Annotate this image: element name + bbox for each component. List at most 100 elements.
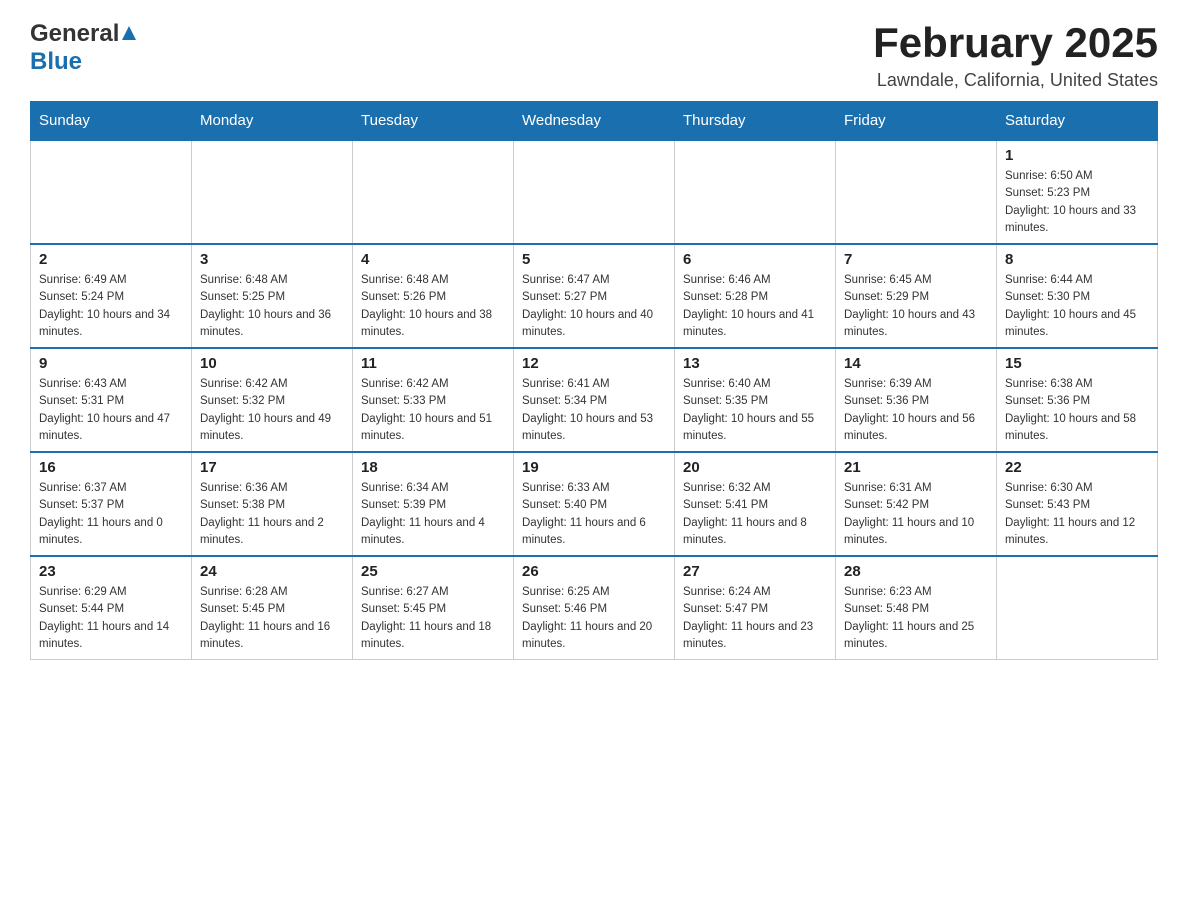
day-info: Sunrise: 6:40 AMSunset: 5:35 PMDaylight:… — [683, 376, 827, 445]
day-info: Sunrise: 6:31 AMSunset: 5:42 PMDaylight:… — [844, 480, 988, 549]
calendar-day-cell: 18Sunrise: 6:34 AMSunset: 5:39 PMDayligh… — [353, 452, 514, 556]
day-number: 14 — [844, 355, 988, 372]
calendar-table: SundayMondayTuesdayWednesdayThursdayFrid… — [30, 101, 1158, 660]
day-number: 7 — [844, 251, 988, 268]
day-number: 4 — [361, 251, 505, 268]
calendar-day-cell — [192, 140, 353, 244]
day-number: 8 — [1005, 251, 1149, 268]
calendar-day-cell: 9Sunrise: 6:43 AMSunset: 5:31 PMDaylight… — [31, 348, 192, 452]
day-number: 28 — [844, 563, 988, 580]
day-number: 19 — [522, 459, 666, 476]
calendar-day-cell: 23Sunrise: 6:29 AMSunset: 5:44 PMDayligh… — [31, 556, 192, 660]
day-number: 2 — [39, 251, 183, 268]
calendar-day-cell: 1 Sunrise: 6:50 AMSunset: 5:23 PMDaylight… — [997, 140, 1158, 244]
calendar-day-header: Wednesday — [514, 102, 675, 141]
day-info: Sunrise: 6:45 AMSunset: 5:29 PMDaylight:… — [844, 272, 988, 341]
day-info: Sunrise: 6:30 AMSunset: 5:43 PMDaylight:… — [1005, 480, 1149, 549]
day-number: 15 — [1005, 355, 1149, 372]
day-info: Sunrise: 6:39 AMSunset: 5:36 PMDaylight:… — [844, 376, 988, 445]
calendar-day-cell: 26Sunrise: 6:25 AMSunset: 5:46 PMDayligh… — [514, 556, 675, 660]
logo: General Blue — [30, 20, 139, 76]
day-number: 5 — [522, 251, 666, 268]
calendar-day-cell: 10 Sunrise: 6:42 AMSunset: 5:32 PMDayligh… — [192, 348, 353, 452]
title-block: February 2025 Lawndale, California, Unit… — [873, 20, 1158, 91]
calendar-day-header: Tuesday — [353, 102, 514, 141]
calendar-day-cell — [353, 140, 514, 244]
calendar-day-header: Thursday — [675, 102, 836, 141]
calendar-day-cell: 6 Sunrise: 6:46 AMSunset: 5:28 PMDaylight… — [675, 244, 836, 348]
calendar-day-cell: 22Sunrise: 6:30 AMSunset: 5:43 PMDayligh… — [997, 452, 1158, 556]
calendar-day-header: Monday — [192, 102, 353, 141]
calendar-day-cell: 21 Sunrise: 6:31 AMSunset: 5:42 PMDayligh… — [836, 452, 997, 556]
day-number: 17 — [200, 459, 344, 476]
calendar-day-cell: 7 Sunrise: 6:45 AMSunset: 5:29 PMDaylight… — [836, 244, 997, 348]
day-number: 16 — [39, 459, 183, 476]
calendar-week-row: 23Sunrise: 6:29 AMSunset: 5:44 PMDayligh… — [31, 556, 1158, 660]
calendar-day-cell: 14 Sunrise: 6:39 AMSunset: 5:36 PMDayligh… — [836, 348, 997, 452]
day-info: Sunrise: 6:42 AMSunset: 5:32 PMDaylight:… — [200, 376, 344, 445]
logo-triangle-icon — [120, 24, 138, 42]
calendar-week-row: 16Sunrise: 6:37 AMSunset: 5:37 PMDayligh… — [31, 452, 1158, 556]
calendar-week-row: 2 Sunrise: 6:49 AMSunset: 5:24 PMDaylight… — [31, 244, 1158, 348]
day-info: Sunrise: 6:29 AMSunset: 5:44 PMDaylight:… — [39, 584, 183, 653]
calendar-day-cell — [31, 140, 192, 244]
calendar-day-header: Sunday — [31, 102, 192, 141]
day-number: 6 — [683, 251, 827, 268]
day-info: Sunrise: 6:25 AMSunset: 5:46 PMDaylight:… — [522, 584, 666, 653]
logo-blue-text: Blue — [30, 48, 82, 76]
calendar-day-cell: 8 Sunrise: 6:44 AMSunset: 5:30 PMDaylight… — [997, 244, 1158, 348]
day-info: Sunrise: 6:48 AMSunset: 5:26 PMDaylight:… — [361, 272, 505, 341]
day-info: Sunrise: 6:49 AMSunset: 5:24 PMDaylight:… — [39, 272, 183, 341]
calendar-day-cell: 20 Sunrise: 6:32 AMSunset: 5:41 PMDayligh… — [675, 452, 836, 556]
day-info: Sunrise: 6:36 AMSunset: 5:38 PMDaylight:… — [200, 480, 344, 549]
calendar-header-row: SundayMondayTuesdayWednesdayThursdayFrid… — [31, 102, 1158, 141]
calendar-day-cell: 13Sunrise: 6:40 AMSunset: 5:35 PMDayligh… — [675, 348, 836, 452]
logo-general-text: General — [30, 20, 119, 48]
day-number: 20 — [683, 459, 827, 476]
calendar-day-cell: 27 Sunrise: 6:24 AMSunset: 5:47 PMDayligh… — [675, 556, 836, 660]
day-info: Sunrise: 6:33 AMSunset: 5:40 PMDaylight:… — [522, 480, 666, 549]
calendar-day-cell: 28 Sunrise: 6:23 AMSunset: 5:48 PMDayligh… — [836, 556, 997, 660]
day-number: 11 — [361, 355, 505, 372]
calendar-day-cell: 4 Sunrise: 6:48 AMSunset: 5:26 PMDaylight… — [353, 244, 514, 348]
day-info: Sunrise: 6:28 AMSunset: 5:45 PMDaylight:… — [200, 584, 344, 653]
calendar-day-cell: 24 Sunrise: 6:28 AMSunset: 5:45 PMDayligh… — [192, 556, 353, 660]
calendar-day-cell: 16Sunrise: 6:37 AMSunset: 5:37 PMDayligh… — [31, 452, 192, 556]
day-number: 3 — [200, 251, 344, 268]
day-info: Sunrise: 6:44 AMSunset: 5:30 PMDaylight:… — [1005, 272, 1149, 341]
day-number: 21 — [844, 459, 988, 476]
page-header: General Blue February 2025 Lawndale, Cal… — [30, 20, 1158, 91]
page-title: February 2025 — [873, 20, 1158, 66]
calendar-day-cell: 2 Sunrise: 6:49 AMSunset: 5:24 PMDaylight… — [31, 244, 192, 348]
logo-line2: Blue — [30, 48, 82, 76]
calendar-day-cell — [514, 140, 675, 244]
day-number: 10 — [200, 355, 344, 372]
day-info: Sunrise: 6:24 AMSunset: 5:47 PMDaylight:… — [683, 584, 827, 653]
logo-line1: General — [30, 20, 139, 48]
calendar-week-row: 9Sunrise: 6:43 AMSunset: 5:31 PMDaylight… — [31, 348, 1158, 452]
calendar-day-cell: 17 Sunrise: 6:36 AMSunset: 5:38 PMDayligh… — [192, 452, 353, 556]
day-info: Sunrise: 6:38 AMSunset: 5:36 PMDaylight:… — [1005, 376, 1149, 445]
calendar-day-cell: 3Sunrise: 6:48 AMSunset: 5:25 PMDaylight… — [192, 244, 353, 348]
day-info: Sunrise: 6:46 AMSunset: 5:28 PMDaylight:… — [683, 272, 827, 341]
calendar-day-cell — [836, 140, 997, 244]
day-number: 1 — [1005, 147, 1149, 164]
calendar-day-cell: 11 Sunrise: 6:42 AMSunset: 5:33 PMDayligh… — [353, 348, 514, 452]
day-number: 12 — [522, 355, 666, 372]
day-number: 25 — [361, 563, 505, 580]
page-subtitle: Lawndale, California, United States — [873, 70, 1158, 91]
calendar-day-cell: 19 Sunrise: 6:33 AMSunset: 5:40 PMDayligh… — [514, 452, 675, 556]
day-info: Sunrise: 6:27 AMSunset: 5:45 PMDaylight:… — [361, 584, 505, 653]
day-info: Sunrise: 6:32 AMSunset: 5:41 PMDaylight:… — [683, 480, 827, 549]
day-info: Sunrise: 6:23 AMSunset: 5:48 PMDaylight:… — [844, 584, 988, 653]
calendar-day-cell — [997, 556, 1158, 660]
day-info: Sunrise: 6:41 AMSunset: 5:34 PMDaylight:… — [522, 376, 666, 445]
day-number: 24 — [200, 563, 344, 580]
day-info: Sunrise: 6:43 AMSunset: 5:31 PMDaylight:… — [39, 376, 183, 445]
day-info: Sunrise: 6:50 AMSunset: 5:23 PMDaylight:… — [1005, 168, 1149, 237]
day-number: 27 — [683, 563, 827, 580]
calendar-day-cell: 5 Sunrise: 6:47 AMSunset: 5:27 PMDaylight… — [514, 244, 675, 348]
day-info: Sunrise: 6:42 AMSunset: 5:33 PMDaylight:… — [361, 376, 505, 445]
calendar-day-header: Friday — [836, 102, 997, 141]
day-info: Sunrise: 6:47 AMSunset: 5:27 PMDaylight:… — [522, 272, 666, 341]
